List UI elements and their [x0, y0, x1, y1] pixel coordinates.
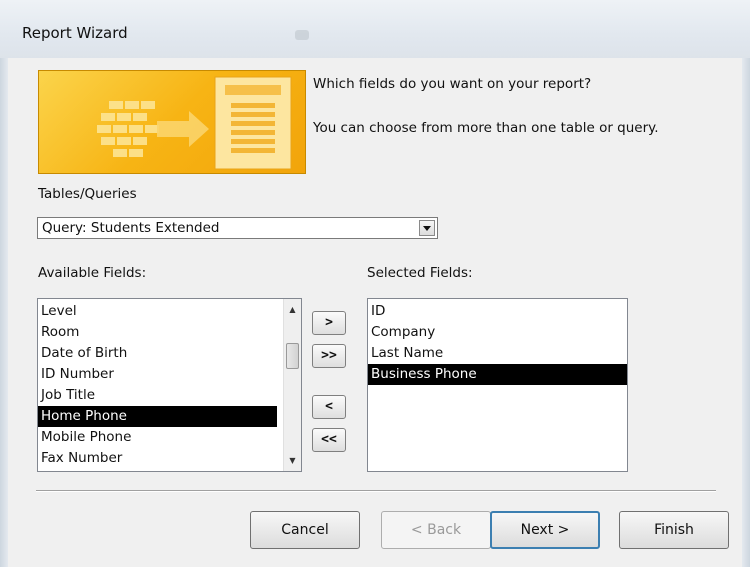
- window-title: Report Wizard: [22, 24, 128, 42]
- scrollbar-thumb[interactable]: [286, 343, 299, 369]
- selected-fields-label: Selected Fields:: [367, 265, 473, 281]
- list-item[interactable]: Company: [368, 322, 627, 343]
- list-item[interactable]: Mobile Phone: [38, 427, 301, 448]
- scroll-down-icon[interactable]: ▼: [284, 456, 301, 465]
- title-bar: Report Wizard: [0, 0, 750, 58]
- list-item-selected[interactable]: Home Phone: [38, 406, 277, 427]
- tables-queries-combobox[interactable]: Query: Students Extended: [37, 217, 438, 239]
- report-wizard-banner-icon: [38, 70, 306, 174]
- tables-queries-label: Tables/Queries: [38, 186, 137, 202]
- hint-text: You can choose from more than one table …: [313, 120, 659, 136]
- window-frame-left: [0, 58, 8, 567]
- window-frame-right: [742, 58, 750, 567]
- scroll-up-icon[interactable]: ▲: [284, 305, 301, 314]
- available-fields-label: Available Fields:: [38, 265, 147, 281]
- chevron-down-icon[interactable]: [419, 220, 435, 236]
- button-separator: [36, 490, 716, 492]
- remove-field-button[interactable]: <: [312, 395, 346, 419]
- list-item[interactable]: Date of Birth: [38, 343, 301, 364]
- remove-all-fields-button[interactable]: <<: [312, 428, 346, 452]
- next-button[interactable]: Next >: [490, 511, 600, 549]
- wizard-body: Which fields do you want on your report?…: [8, 58, 742, 567]
- list-item-selected[interactable]: Business Phone: [368, 364, 627, 385]
- list-item[interactable]: ID Number: [38, 364, 301, 385]
- tables-queries-value: Query: Students Extended: [42, 220, 220, 236]
- list-item[interactable]: ID: [368, 301, 627, 322]
- add-all-fields-button[interactable]: >>: [312, 344, 346, 368]
- add-field-button[interactable]: >: [312, 311, 346, 335]
- list-item[interactable]: Room: [38, 322, 301, 343]
- list-item[interactable]: Job Title: [38, 385, 301, 406]
- cancel-button[interactable]: Cancel: [250, 511, 360, 549]
- question-text: Which fields do you want on your report?: [313, 76, 592, 92]
- selected-fields-list[interactable]: ID Company Last Name Business Phone: [367, 298, 628, 472]
- back-button[interactable]: < Back: [381, 511, 491, 549]
- available-fields-list[interactable]: Level Room Date of Birth ID Number Job T…: [37, 298, 302, 472]
- list-item[interactable]: Fax Number: [38, 448, 301, 469]
- title-bar-artifact: [295, 30, 309, 40]
- available-fields-scrollbar[interactable]: ▲ ▼: [283, 299, 301, 471]
- list-item[interactable]: Last Name: [368, 343, 627, 364]
- finish-button[interactable]: Finish: [619, 511, 729, 549]
- list-item[interactable]: Level: [38, 301, 301, 322]
